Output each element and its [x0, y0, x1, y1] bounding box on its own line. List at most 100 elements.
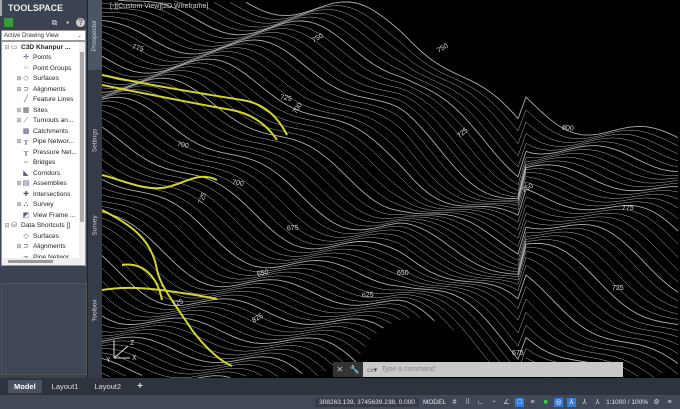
- svg-text:Z: Z: [130, 340, 135, 347]
- view-dropdown[interactable]: Active Drawing View ⌄: [1, 30, 86, 41]
- customize-menu-icon[interactable]: ≡: [665, 398, 674, 407]
- tab-survey[interactable]: Survey: [88, 190, 102, 260]
- coordinates-readout: 308263.139, 3745639.238, 0.000: [315, 397, 419, 407]
- tree-item-label: Intersections: [33, 190, 71, 198]
- gear-icon[interactable]: ⚙: [652, 398, 661, 407]
- tree-item[interactable]: ✛ Points: [2, 53, 85, 64]
- chevron-down-icon: ⌄: [76, 33, 82, 39]
- tree-item[interactable]: ◣ Corridors: [2, 168, 85, 179]
- tree-item[interactable]: ╥ Pressure Net...: [2, 147, 85, 158]
- wrench-icon[interactable]: 🔧: [350, 365, 360, 374]
- tree-item-label: Catchments: [33, 127, 69, 135]
- viewport-controls-label[interactable]: [-][Custom View][2D Wireframe]: [110, 3, 208, 10]
- alignment-line: [102, 74, 288, 136]
- tree-item[interactable]: ⊞ ⊃ Alignments: [2, 242, 85, 253]
- help-icon[interactable]: ?: [76, 18, 85, 27]
- annotation-scale-icon[interactable]: ⅄: [593, 398, 602, 407]
- tree-item[interactable]: ⁘ Point Groups: [2, 63, 85, 74]
- contour-label: 625: [361, 291, 374, 300]
- turnouts-icon: ⟋: [23, 117, 29, 125]
- tree-item-label: Bridges: [33, 159, 56, 167]
- tree-item[interactable]: ⊟ ⛁ Data Shortcuts []: [2, 221, 85, 232]
- object-snap-icon[interactable]: □: [515, 397, 525, 407]
- contour-label: 675: [512, 350, 524, 357]
- ortho-icon[interactable]: ∟: [476, 398, 485, 407]
- tab-toolbox[interactable]: Toolbox: [88, 280, 102, 340]
- tree-item[interactable]: ▩ Catchments: [2, 126, 85, 137]
- tab-label: Toolbox: [91, 298, 99, 322]
- tree-item[interactable]: ⊞ ◇ Surfaces: [2, 74, 85, 85]
- pressure-network-icon: ╥: [23, 148, 29, 156]
- tree-vertical-scrollbar[interactable]: [79, 42, 85, 265]
- tree-item-label: C3D Khanpur ...: [21, 43, 71, 51]
- toolspace-title: TOOLSPACE: [0, 0, 87, 16]
- tab-layout2[interactable]: Layout2: [88, 380, 127, 393]
- tree-item[interactable]: ⇔ Bridges: [2, 158, 85, 169]
- tab-layout1[interactable]: Layout1: [46, 380, 85, 393]
- close-icon[interactable]: ✕: [336, 365, 343, 374]
- transparency-icon[interactable]: ■: [541, 398, 550, 407]
- tree-item[interactable]: ⊞ ▦ Sites: [2, 105, 85, 116]
- snap-icon[interactable]: ⠿: [463, 398, 472, 407]
- alignments-icon: ⊃: [23, 243, 29, 251]
- isodraft-icon[interactable]: ∠: [502, 398, 511, 407]
- hierarchy-icon[interactable]: ⧉: [50, 18, 59, 27]
- ucs-icon: Y X Z: [106, 340, 137, 364]
- drawing-viewport[interactable]: Y X Z 775 725 750 700 725 800 750 700 725 675 650 6…: [102, 0, 680, 378]
- tree-item-label: Pipe Networ...: [33, 138, 75, 146]
- tree-item-label: Data Shortcuts []: [21, 222, 71, 230]
- catchments-icon: ▩: [22, 127, 30, 135]
- tree-item[interactable]: ◇ Surfaces: [2, 231, 85, 242]
- tree-item[interactable]: ⊞ ⊃ Alignments: [2, 84, 85, 95]
- toolspace-vertical-tabs: Prospector Settings Survey Toolbox: [88, 0, 102, 378]
- command-history-icon[interactable]: ▭▾: [367, 366, 377, 374]
- annotation-scale-dropdown[interactable]: 1:1000 / 100%: [606, 399, 648, 406]
- polar-icon[interactable]: ◔: [489, 398, 498, 407]
- pipe-network-icon: ╥: [23, 138, 29, 146]
- tree-item-label: Feature Lines: [33, 96, 74, 104]
- tree-item[interactable]: ⊟ ▭ C3D Khanpur ...: [2, 42, 85, 53]
- point-groups-icon: ⁘: [23, 64, 29, 72]
- tab-prospector[interactable]: Prospector: [88, 0, 102, 70]
- command-input[interactable]: ▭▾ Type a command: [363, 362, 623, 377]
- grid-icon[interactable]: #: [450, 398, 459, 407]
- assemblies-icon: ▤: [22, 180, 30, 188]
- add-layout-button[interactable]: +: [131, 379, 149, 394]
- lineweight-icon[interactable]: ≡: [528, 398, 537, 407]
- tree-item[interactable]: ⊞ ⛬ Survey: [2, 200, 85, 211]
- tree-item-label: Pressure Net...: [33, 148, 77, 156]
- data-shortcuts-icon: ⛁: [11, 222, 17, 230]
- tree-item[interactable]: ✚ Intersections: [2, 189, 85, 200]
- panel-icon[interactable]: ▪: [63, 18, 72, 27]
- selection-cycling-icon[interactable]: ◎: [554, 397, 564, 407]
- model-space-button[interactable]: MODEL: [423, 399, 446, 406]
- annotation-visibility-icon[interactable]: ⅄: [567, 397, 577, 407]
- view-dropdown-value: Active Drawing View: [4, 33, 59, 39]
- tree-item-label: Surfaces: [33, 75, 60, 83]
- tree-item[interactable]: ╱ Feature Lines: [2, 95, 85, 106]
- toolspace-lower-pane: [1, 283, 87, 375]
- bridges-icon: ⇔: [22, 159, 30, 167]
- tree-horizontal-scrollbar[interactable]: [2, 258, 79, 265]
- tree-item-label: Points: [33, 54, 52, 62]
- tree-item[interactable]: ◩ View Frame ...: [2, 210, 85, 221]
- tab-label: Survey: [91, 214, 99, 236]
- tree-item[interactable]: ⊞ ⟋ Turnouts an...: [2, 116, 85, 127]
- drawing-icon: ▭: [10, 43, 18, 51]
- tree-item[interactable]: ⊞ ▤ Assemblies: [2, 179, 85, 190]
- autoscale-icon[interactable]: ⅄: [580, 398, 589, 407]
- tree-item-label: Turnouts an...: [33, 117, 74, 125]
- tab-label: Settings: [91, 128, 99, 152]
- contour-label: 650: [397, 270, 409, 277]
- tree-item-label: Sites: [33, 106, 48, 114]
- tab-model[interactable]: Model: [8, 380, 42, 393]
- tree-item-label: Point Groups: [33, 64, 72, 72]
- green-square-icon[interactable]: [4, 18, 13, 27]
- contour-label: 775: [622, 205, 634, 212]
- survey-icon: ⛬: [23, 201, 29, 209]
- alignments-layer: Y X Z: [102, 74, 288, 367]
- tab-settings[interactable]: Settings: [88, 100, 102, 180]
- tree-item[interactable]: ⊞ ╥ Pipe Networ...: [2, 137, 85, 148]
- sites-icon: ▦: [22, 106, 30, 114]
- tree-item-label: View Frame ...: [33, 211, 76, 219]
